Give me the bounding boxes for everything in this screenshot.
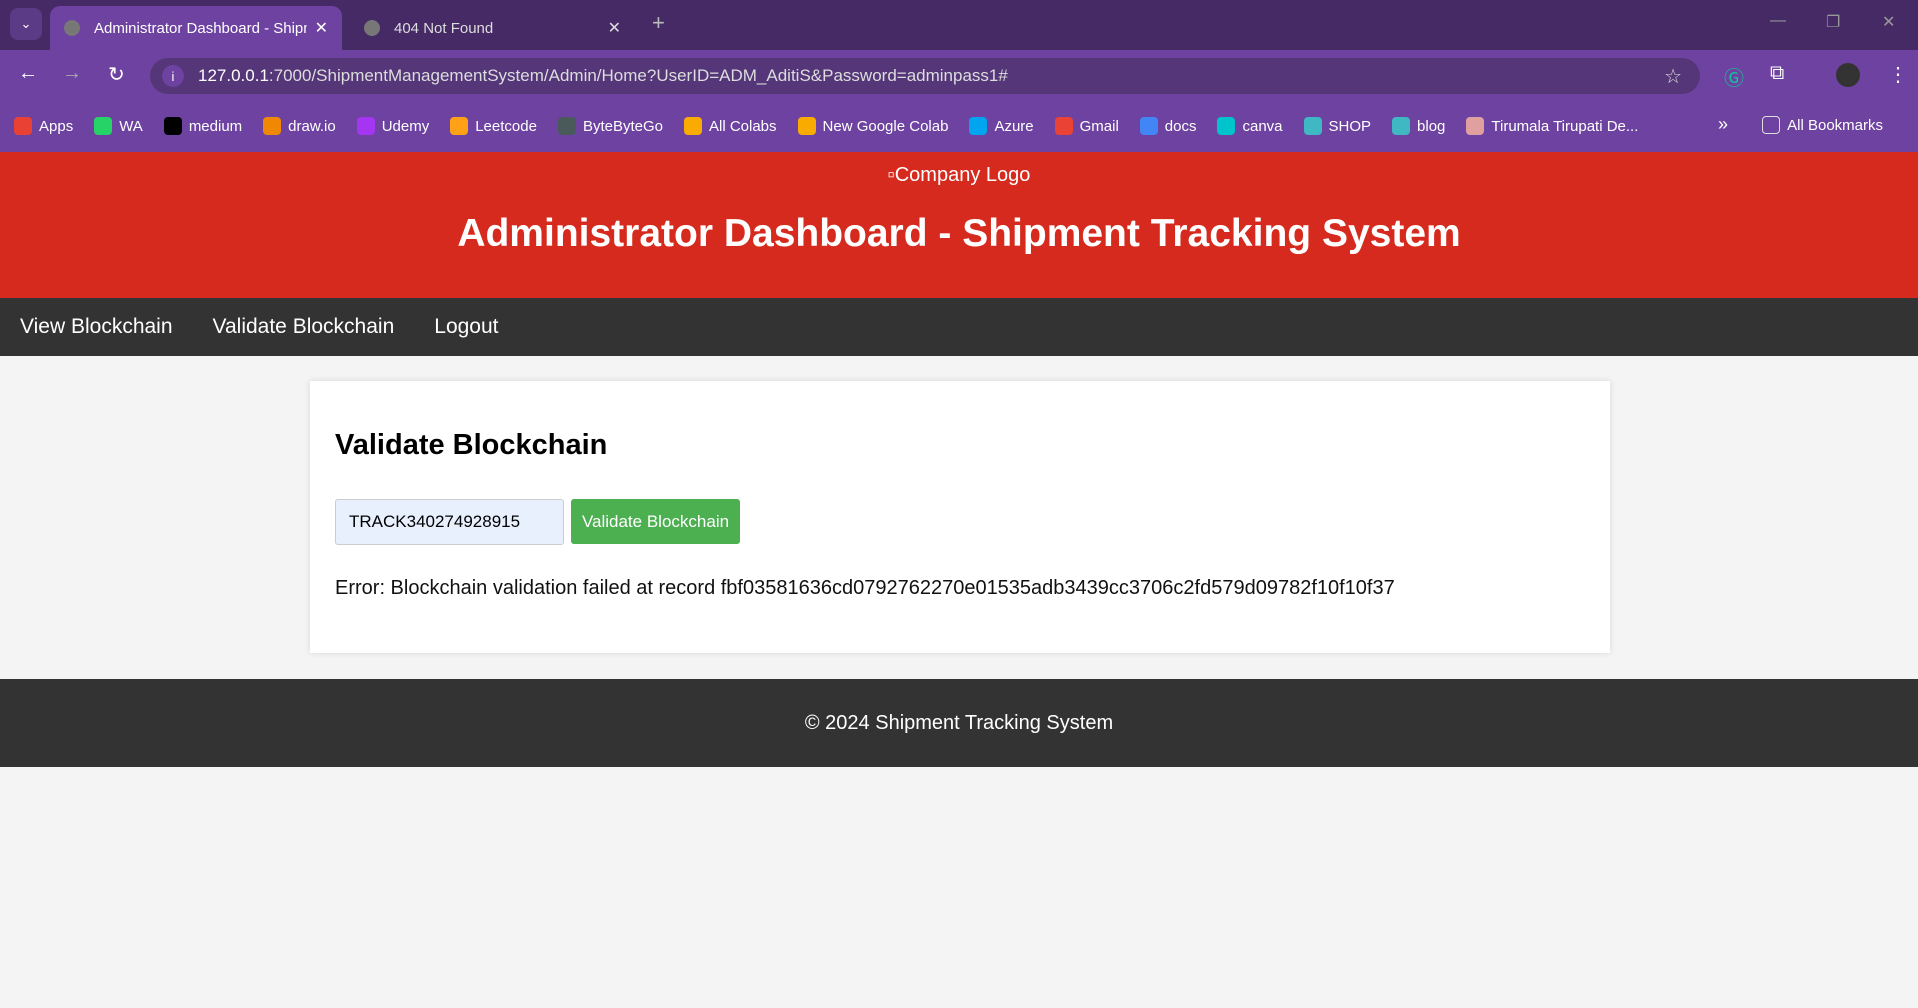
section-heading: Validate Blockchain [335, 429, 608, 461]
colab-icon [797, 117, 816, 135]
extensions-icon[interactable]: ⧉ [1770, 62, 1784, 85]
url-path: :7000/ShipmentManagementSystem/Admin/Hom… [268, 66, 1008, 85]
microsoft-icon [969, 117, 988, 135]
tab-search-dropdown[interactable]: ⌄ [10, 8, 42, 40]
close-tab-icon[interactable]: ✕ [608, 18, 621, 38]
bookmark-item[interactable]: draw.io [263, 117, 336, 135]
grammarly-icon[interactable]: Ⓖ [1724, 62, 1744, 91]
new-tab-icon[interactable]: + [652, 10, 665, 36]
bookmarks-bar: Apps WA medium draw.io Udemy Leetcode ByteByte… [0, 100, 1918, 152]
page-title: Administrator Dashboard - Shipment Track… [457, 212, 1461, 255]
bookmark-item[interactable]: docs [1139, 117, 1197, 135]
bookmark-item[interactable]: blog [1392, 117, 1445, 135]
tracking-id-input[interactable] [335, 499, 564, 545]
tab-title: Administrator Dashboard - Shipment Track… [94, 19, 307, 37]
url-host: 127.0.0.1 [198, 66, 269, 85]
browser-toolbar: ← → ↻ i 127.0.0.1:7000/ShipmentManagemen… [0, 50, 1918, 100]
gmail-icon [1054, 117, 1073, 135]
bookmark-item[interactable]: ByteByteGo [557, 117, 663, 135]
close-tab-icon[interactable]: ✕ [315, 18, 328, 38]
bookmark-label: canva [1242, 117, 1283, 135]
bookmark-label: Leetcode [475, 117, 537, 135]
forward-icon[interactable]: → [62, 62, 82, 85]
nav-validate-blockchain[interactable]: Validate Blockchain [213, 315, 395, 339]
bookmark-label: draw.io [288, 117, 336, 135]
bookmark-label: New Google Colab [822, 117, 949, 135]
bookmark-item[interactable]: New Google Colab [797, 117, 949, 135]
bookmark-item[interactable]: WA [94, 117, 143, 135]
more-bookmarks-icon[interactable]: » [1718, 114, 1728, 135]
validate-card: Validate Blockchain Validate Blockchain … [310, 381, 1610, 653]
bookmark-item[interactable]: Azure [969, 117, 1034, 135]
close-window-icon[interactable]: ✕ [1882, 12, 1895, 32]
bookmark-label: ByteByteGo [582, 117, 663, 135]
whatsapp-icon [94, 117, 113, 135]
minimize-icon[interactable]: — [1770, 12, 1786, 30]
page-footer: © 2024 Shipment Tracking System [0, 679, 1918, 767]
globe-icon [64, 20, 80, 36]
bookmark-label: docs [1164, 117, 1197, 135]
nav-view-blockchain[interactable]: View Blockchain [20, 315, 173, 339]
bookmark-item[interactable]: Apps [14, 117, 73, 135]
footer-text: © 2024 Shipment Tracking System [804, 711, 1114, 734]
logo-alt-text: Company Logo [894, 164, 1031, 186]
bookmark-label: Azure [994, 117, 1034, 135]
bookmark-label: blog [1417, 117, 1446, 135]
address-bar[interactable]: i 127.0.0.1:7000/ShipmentManagementSyste… [150, 58, 1700, 94]
tab-404[interactable]: 404 Not Found ✕ [350, 6, 635, 50]
bookmark-label: Apps [39, 117, 74, 135]
profile-avatar[interactable] [1836, 63, 1860, 87]
all-bookmarks-button[interactable]: All Bookmarks [1762, 116, 1883, 134]
nav-logout[interactable]: Logout [434, 315, 498, 339]
bookmark-item[interactable]: All Colabs [684, 117, 777, 135]
udemy-icon [356, 117, 375, 135]
leetcode-icon [450, 117, 469, 135]
validation-error-message: Error: Blockchain validation failed at r… [335, 577, 1395, 599]
reload-icon[interactable]: ↻ [108, 62, 125, 87]
bookmark-item[interactable]: Udemy [356, 117, 430, 135]
all-bookmarks-label: All Bookmarks [1787, 116, 1883, 134]
medium-icon [163, 117, 182, 135]
drawio-icon [263, 117, 282, 135]
browser-tab-bar: ⌄ Administrator Dashboard - Shipment Tra… [0, 0, 1918, 50]
apps-grid-icon [14, 117, 32, 135]
company-logo: ▫Company Logo [887, 164, 1031, 186]
validate-blockchain-button[interactable]: Validate Blockchain [571, 499, 740, 544]
bookmark-item[interactable]: canva [1217, 117, 1283, 135]
blog-icon [1392, 117, 1411, 135]
colab-icon [684, 117, 702, 135]
bookmark-label: Tirumala Tirupati De... [1491, 117, 1639, 135]
bookmark-item[interactable]: medium [163, 117, 243, 135]
canva-icon [1217, 117, 1236, 135]
bookmark-label: Udemy [381, 117, 430, 135]
site-info-icon[interactable]: i [162, 65, 184, 87]
tab-title: 404 Not Found [394, 19, 494, 37]
menu-kebab-icon[interactable]: ⋮ [1888, 62, 1908, 87]
docs-icon [1139, 117, 1158, 135]
main-nav: View Blockchain Validate Blockchain Logo… [0, 298, 1918, 356]
bookmark-label: SHOP [1328, 117, 1372, 135]
bookmark-item[interactable]: Leetcode [450, 117, 537, 135]
bookmark-star-icon[interactable]: ☆ [1664, 64, 1682, 89]
bookmark-label: medium [188, 117, 243, 135]
tab-admin-dashboard[interactable]: Administrator Dashboard - Shipment Track… [50, 6, 342, 50]
bytebytego-icon [557, 117, 576, 135]
bookmark-item[interactable]: Gmail [1054, 117, 1119, 135]
back-icon[interactable]: ← [18, 62, 38, 85]
globe-icon [364, 20, 380, 36]
bookmark-label: All Colabs [709, 117, 777, 135]
bookmark-item[interactable]: SHOP [1303, 117, 1372, 135]
temple-icon [1466, 117, 1485, 135]
restore-icon[interactable]: ❐ [1826, 12, 1840, 32]
bookmark-label: Gmail [1079, 117, 1119, 135]
shop-icon [1303, 117, 1322, 135]
bookmark-item[interactable]: Tirumala Tirupati De... [1466, 117, 1638, 135]
page-header: ▫Company Logo Administrator Dashboard - … [0, 152, 1918, 298]
folder-icon [1762, 116, 1781, 134]
bookmark-label: WA [119, 117, 143, 135]
